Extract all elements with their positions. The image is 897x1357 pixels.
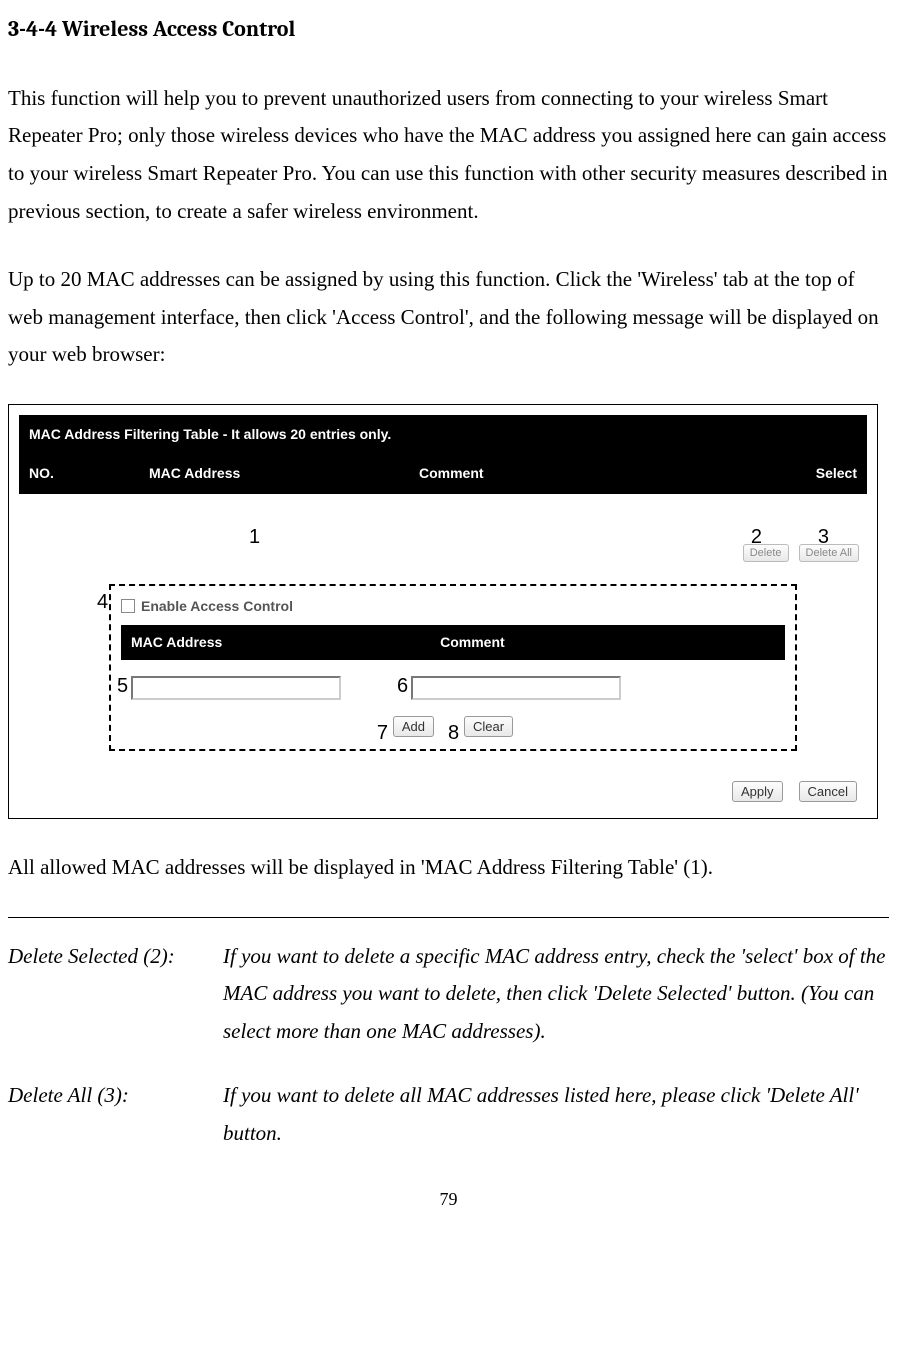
comment-input[interactable] xyxy=(411,676,621,700)
enable-access-control-checkbox[interactable] xyxy=(121,599,135,613)
access-control-form: 4 Enable Access Control MAC Address Comm… xyxy=(109,584,797,751)
intro-paragraph-1: This function will help you to prevent u… xyxy=(8,80,889,231)
cancel-button[interactable]: Cancel xyxy=(799,781,857,802)
definition-delete-selected: Delete Selected (2): If you want to dele… xyxy=(8,938,889,1051)
annotation-4: 4 xyxy=(97,584,108,620)
annotation-1: 1 xyxy=(249,519,260,555)
filtering-table-title: MAC Address Filtering Table - It allows … xyxy=(19,415,867,454)
definitions-section: Delete Selected (2): If you want to dele… xyxy=(8,917,889,1153)
def-term-delete-selected: Delete Selected (2): xyxy=(8,938,223,1051)
apply-button[interactable]: Apply xyxy=(732,781,783,802)
section-heading: 3-4-4 Wireless Access Control xyxy=(8,10,889,50)
filtering-table-header: NO. MAC Address Comment Select xyxy=(19,454,867,493)
header-no: NO. xyxy=(29,461,149,486)
table-body-area: 1 2 3 Delete Delete All xyxy=(19,494,867,584)
clear-button[interactable]: Clear xyxy=(464,716,513,737)
def-term-delete-all: Delete All (3): xyxy=(8,1077,223,1153)
inner-table-header: MAC Address Comment xyxy=(121,625,785,660)
table-description: All allowed MAC addresses will be displa… xyxy=(8,849,889,887)
mac-address-input[interactable] xyxy=(131,676,341,700)
enable-access-control-label: Enable Access Control xyxy=(141,594,293,619)
inner-header-comment: Comment xyxy=(440,630,775,655)
inner-header-mac: MAC Address xyxy=(131,630,440,655)
def-desc-delete-selected: If you want to delete a specific MAC add… xyxy=(223,938,889,1051)
annotation-6: 6 xyxy=(397,668,408,704)
ui-screenshot: MAC Address Filtering Table - It allows … xyxy=(8,404,878,819)
page-number: 79 xyxy=(8,1183,889,1215)
delete-button[interactable]: Delete xyxy=(743,544,789,562)
header-select: Select xyxy=(787,461,857,486)
intro-paragraph-2: Up to 20 MAC addresses can be assigned b… xyxy=(8,261,889,374)
annotation-7: 7 xyxy=(377,715,388,751)
add-button[interactable]: Add xyxy=(393,716,434,737)
delete-all-button[interactable]: Delete All xyxy=(799,544,859,562)
annotation-5: 5 xyxy=(117,668,128,704)
header-mac: MAC Address xyxy=(149,461,419,486)
header-comment: Comment xyxy=(419,461,787,486)
def-desc-delete-all: If you want to delete all MAC addresses … xyxy=(223,1077,889,1153)
definition-delete-all: Delete All (3): If you want to delete al… xyxy=(8,1077,889,1153)
annotation-8: 8 xyxy=(448,715,459,751)
